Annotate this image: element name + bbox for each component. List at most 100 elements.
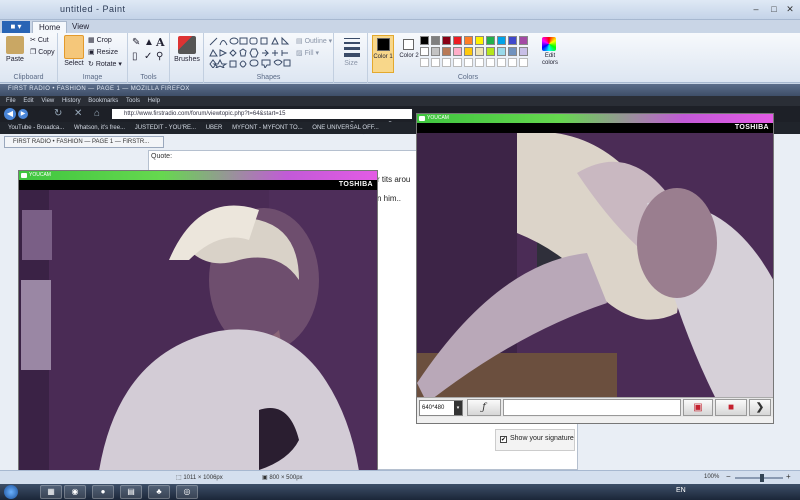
bookmark-item[interactable]: JUSTEDIT - YOU'RE... [135, 125, 196, 131]
tab-view[interactable]: View [66, 21, 95, 33]
palette-swatch-empty[interactable] [486, 58, 495, 67]
camera-snapshot-button[interactable]: ▣ [683, 399, 713, 416]
menu-tools[interactable]: Tools [126, 98, 140, 104]
fill-bucket-icon[interactable]: ▲ [144, 37, 154, 48]
color2-button[interactable]: Color 2 [398, 35, 420, 73]
palette-swatch[interactable] [519, 36, 528, 45]
outline-dropdown[interactable]: ▤ Outline ▾ [296, 37, 332, 45]
bookmark-item[interactable]: ONE UNIVERSAL OFF... [312, 125, 378, 131]
zoom-slider-thumb[interactable] [760, 474, 764, 482]
palette-swatch[interactable] [497, 47, 506, 56]
color-picker-icon[interactable]: ✓ [144, 51, 152, 62]
palette-swatch[interactable] [464, 47, 473, 56]
forward-icon[interactable]: ▶ [18, 109, 28, 119]
paste-button[interactable]: Paste [4, 56, 26, 63]
palette-swatch[interactable] [420, 47, 429, 56]
palette-swatch-empty[interactable] [508, 58, 517, 67]
taskbar-explorer-icon[interactable]: ▦ [40, 485, 62, 499]
browser-tab[interactable]: FIRST RADIO • FASHION — PAGE 1 — FIRSTR.… [4, 136, 164, 148]
palette-swatch[interactable] [486, 36, 495, 45]
palette-swatch[interactable] [420, 36, 429, 45]
palette-swatch[interactable] [475, 47, 484, 56]
palette-swatch-empty[interactable] [431, 58, 440, 67]
taskbar-webcam-icon[interactable]: ◉ [64, 485, 86, 499]
next-button[interactable]: ❯ [749, 399, 771, 416]
palette-swatch[interactable] [497, 36, 506, 45]
paint-menu-button[interactable]: ■ ▾ [2, 21, 30, 33]
rotate-button[interactable]: ↻ Rotate ▾ [88, 60, 122, 68]
bookmark-item[interactable]: UBER [206, 125, 223, 131]
palette-swatch-empty[interactable] [475, 58, 484, 67]
start-button[interactable] [4, 485, 18, 499]
text-tool-icon[interactable]: A [156, 36, 165, 49]
back-icon[interactable]: ◀ [4, 108, 16, 120]
palette-swatch-empty[interactable] [464, 58, 473, 67]
taskbar-app-icon[interactable]: ▤ [120, 485, 142, 499]
magnifier-icon[interactable]: ⚲ [156, 51, 163, 62]
zoom-in-button[interactable]: + [786, 472, 791, 481]
size-button[interactable]: Size [334, 60, 368, 67]
home-icon[interactable]: ⌂ [94, 108, 100, 119]
brushes-button[interactable]: Brushes [170, 56, 204, 63]
effects-button[interactable]: ƒ [467, 399, 501, 416]
edit-colors-icon[interactable] [542, 37, 556, 51]
bookmark-item[interactable]: Whatson, it's free... [74, 125, 125, 131]
signature-checkbox[interactable]: ✔ [500, 436, 507, 443]
menu-view[interactable]: View [41, 98, 54, 104]
palette-swatch-empty[interactable] [497, 58, 506, 67]
url-bar[interactable]: http://www.firstradio.com/forum/viewtopi… [112, 109, 412, 119]
maximize-icon[interactable]: □ [766, 2, 782, 16]
taskbar-paint-icon[interactable]: ◎ [176, 485, 198, 499]
paint-canvas-area[interactable]: FIRST RADIO • FASHION — PAGE 1 — MOZILLA… [0, 84, 800, 470]
select-button[interactable]: Select [62, 60, 86, 67]
close-icon[interactable]: ✕ [782, 2, 798, 16]
input-language[interactable]: EN [676, 487, 686, 494]
palette-swatch[interactable] [475, 36, 484, 45]
cut-button[interactable]: ✂ Cut [30, 36, 49, 44]
edit-colors-button[interactable]: Edit colors [538, 53, 562, 67]
pencil-icon[interactable]: ✎ [132, 37, 140, 48]
chevron-down-icon[interactable]: ▾ [454, 401, 462, 415]
video-record-button[interactable]: ■ [715, 399, 747, 416]
stop-icon[interactable]: ✕ [74, 108, 82, 119]
color1-button[interactable]: Color 1 [372, 35, 394, 73]
resize-button[interactable]: ▣ Resize [88, 48, 118, 56]
menu-file[interactable]: File [6, 98, 16, 104]
palette-swatch-empty[interactable] [420, 58, 429, 67]
zoom-out-button[interactable]: − [726, 472, 731, 481]
bookmark-item[interactable]: MYFONT - MYFONT TO... [232, 125, 303, 131]
menu-help[interactable]: Help [148, 98, 160, 104]
tab-home[interactable]: Home [32, 21, 68, 33]
palette-swatch-empty[interactable] [519, 58, 528, 67]
paste-icon[interactable] [6, 36, 24, 54]
palette-swatch[interactable] [453, 47, 462, 56]
palette-swatch[interactable] [431, 36, 440, 45]
menu-edit[interactable]: Edit [23, 98, 33, 104]
brush-icon[interactable] [178, 36, 196, 54]
menu-history[interactable]: History [62, 98, 81, 104]
palette-swatch[interactable] [486, 47, 495, 56]
palette-swatch[interactable] [508, 36, 517, 45]
taskbar-firefox-icon[interactable]: ● [92, 485, 114, 499]
resolution-select[interactable]: 640*480 ▾ [419, 400, 463, 416]
palette-swatch[interactable] [442, 36, 451, 45]
select-icon[interactable] [64, 35, 84, 59]
taskbar-messenger-icon[interactable]: ♣ [148, 485, 170, 499]
eraser-icon[interactable]: ▯ [132, 51, 138, 62]
bookmark-item[interactable]: YouTube - Broadca... [8, 125, 64, 131]
zoom-slider[interactable] [735, 477, 783, 479]
reload-icon[interactable]: ↻ [54, 108, 62, 119]
palette-swatch[interactable] [508, 47, 517, 56]
palette-swatch[interactable] [431, 47, 440, 56]
palette-swatch[interactable] [442, 47, 451, 56]
palette-swatch[interactable] [464, 36, 473, 45]
palette-swatch[interactable] [453, 36, 462, 45]
palette-swatch[interactable] [519, 47, 528, 56]
menu-bookmarks[interactable]: Bookmarks [88, 98, 118, 104]
palette-swatch-empty[interactable] [453, 58, 462, 67]
shapes-gallery-icon[interactable] [208, 36, 292, 68]
crop-button[interactable]: ▦ Crop [88, 36, 112, 44]
fill-dropdown[interactable]: ▨ Fill ▾ [296, 49, 319, 57]
copy-button[interactable]: ❐ Copy [30, 48, 55, 56]
pasted-image[interactable]: FIRST RADIO • FASHION — PAGE 1 — MOZILLA… [0, 84, 800, 470]
